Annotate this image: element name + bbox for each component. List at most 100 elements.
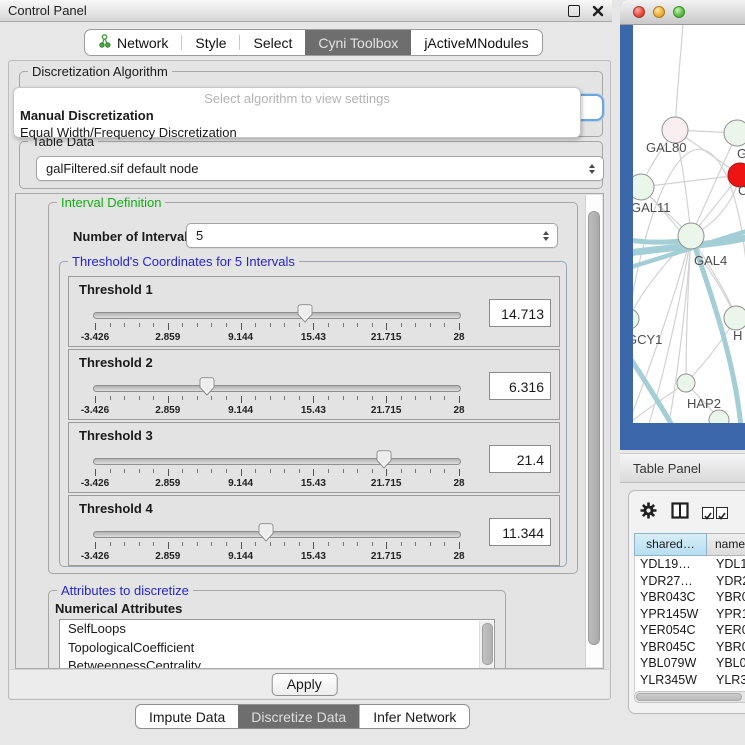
slider-tick [459,323,460,330]
threshold-value-field[interactable]: 14.713 [489,299,551,327]
cell-shared-name[interactable]: YLR345W [635,672,708,689]
slider-tick-label: 21.715 [371,478,402,489]
node-partial-h[interactable] [724,306,745,330]
slider-tick [328,469,329,473]
panel-scrollbar[interactable] [585,195,602,667]
node-label-partial-h: H [733,328,742,343]
dropdown-option-manual[interactable]: Manual Discretization [14,107,580,124]
cell-shared-name[interactable]: YBR043C [635,589,708,606]
node-label-gal4: GAL4 [694,253,727,268]
node-partial-top[interactable] [724,120,745,146]
slider-tick [430,396,431,400]
list-scrollbar[interactable] [479,621,493,669]
table-row[interactable]: YBR045CYBR045C [635,639,745,656]
cell-name[interactable]: YLR345W [708,672,745,689]
table-data-combobox[interactable]: galFiltered.sif default node [36,156,604,181]
network-canvas[interactable]: GAL80 G C GAL11 GAL4 GCY1 H HAP2 [633,25,745,423]
cell-shared-name[interactable]: YBR045C [635,639,708,656]
table-row[interactable]: YPR145WYPR145W [635,606,745,623]
slider-tick [255,396,256,400]
slider-thumb[interactable] [199,377,215,396]
node-gal11[interactable] [633,174,654,200]
columns-icon[interactable] [671,502,689,524]
list-scrollbar-thumb[interactable] [482,623,493,665]
threshold-value-field[interactable]: 6.316 [489,372,551,400]
tab-network[interactable]: Network [85,30,181,55]
threshold-slider[interactable]: -3.4262.8599.14415.4321.71528 [93,305,461,345]
table-row[interactable]: YBR043CYBR043C [635,589,745,606]
cell-shared-name[interactable]: YDR27… [635,573,708,590]
close-traffic-light-icon[interactable] [633,6,645,18]
threshold-slider[interactable]: -3.4262.8599.14415.4321.71528 [93,378,461,418]
threshold-value-field[interactable]: 21.4 [489,445,551,473]
number-of-intervals-combobox[interactable]: 5 [186,223,558,248]
dropdown-option-equal-width[interactable]: Equal Width/Frequency Discretization [14,124,580,141]
threshold-slider[interactable]: -3.4262.8599.14415.4321.71528 [93,451,461,491]
node-gal4[interactable] [678,223,704,249]
cell-name[interactable]: YDR27… [708,573,745,590]
table-row[interactable]: YLR345WYLR345W [635,672,745,689]
zoom-traffic-light-icon[interactable] [673,6,685,18]
cell-name[interactable]: YDL19… [708,556,745,573]
select-columns-icon[interactable] [702,507,728,519]
slider-tick [299,469,300,473]
table-row[interactable]: YBL079WYBL079W [635,655,745,672]
tab-select-label: Select [253,35,292,51]
slider-track[interactable] [93,385,461,392]
slider-tick [415,469,416,473]
slider-tick [211,469,212,473]
attribute-list-item[interactable]: TopologicalCoefficient [60,639,494,658]
tab-jactivemnodules[interactable]: jActiveMNodules [411,30,541,55]
slider-tick [386,396,387,403]
slider-track[interactable] [93,531,461,538]
slider-thumb[interactable] [297,304,313,323]
tab-impute-data[interactable]: Impute Data [136,705,238,728]
close-icon[interactable] [592,5,604,17]
cell-name[interactable]: YPR145W [708,606,745,623]
table-hscroll-thumb[interactable] [636,693,742,701]
cell-name[interactable]: YBR043C [708,589,745,606]
slider-thumb[interactable] [376,450,392,469]
slider-track[interactable] [93,312,461,319]
panel-scrollbar-thumb[interactable] [588,211,600,645]
table-horizontal-scrollbar[interactable] [634,691,745,703]
cell-shared-name[interactable]: YPR145W [635,606,708,623]
column-header-name[interactable]: name [707,533,745,556]
slider-thumb[interactable] [258,523,274,542]
cell-name[interactable]: YBR045C [708,639,745,656]
cell-shared-name[interactable]: YBL079W [635,655,708,672]
table-row[interactable]: YDR27…YDR27… [635,573,745,590]
tab-style[interactable]: Style [182,30,239,55]
cell-shared-name[interactable]: YDL19… [635,556,708,573]
cell-name[interactable]: YBL079W [708,655,745,672]
minimize-traffic-light-icon[interactable] [653,6,665,18]
threshold-value-field[interactable]: 11.344 [489,518,551,546]
node-partial-bottom[interactable] [709,410,729,423]
table-row[interactable]: YDL19…YDL19… [635,556,745,573]
numerical-attributes-list[interactable]: SelfLoopsTopologicalCoefficientBetweenne… [59,619,495,669]
tab-infer-network[interactable]: Infer Network [359,705,469,728]
slider-tick [226,323,227,327]
threshold-slider[interactable]: -3.4262.8599.14415.4321.71528 [93,524,461,564]
cell-name[interactable]: YER054C [708,622,745,639]
apply-strip: Apply [10,669,609,698]
gear-icon[interactable] [639,501,658,525]
column-header-shared-name[interactable]: shared… [634,533,707,556]
slider-tick [211,542,212,546]
float-window-icon[interactable] [568,5,580,17]
tab-select[interactable]: Select [240,30,305,55]
slider-track[interactable] [93,458,461,465]
attribute-list-item[interactable]: BetweennessCentrality [60,657,494,669]
table-row[interactable]: YER054CYER054C [635,622,745,639]
node-gcy1[interactable] [633,309,639,329]
apply-button[interactable]: Apply [271,673,337,696]
control-panel-title: Control Panel [8,3,568,18]
cell-shared-name[interactable]: YER054C [635,622,708,639]
node-label-partial-g: G [737,146,745,161]
node-hap2[interactable] [677,374,695,392]
slider-tick-label: -3.426 [81,332,109,343]
tab-discretize-data[interactable]: Discretize Data [238,705,359,728]
slider-tick [313,469,314,476]
tab-cyni-toolbox[interactable]: Cyni Toolbox [305,30,411,55]
attribute-list-item[interactable]: SelfLoops [60,620,494,639]
